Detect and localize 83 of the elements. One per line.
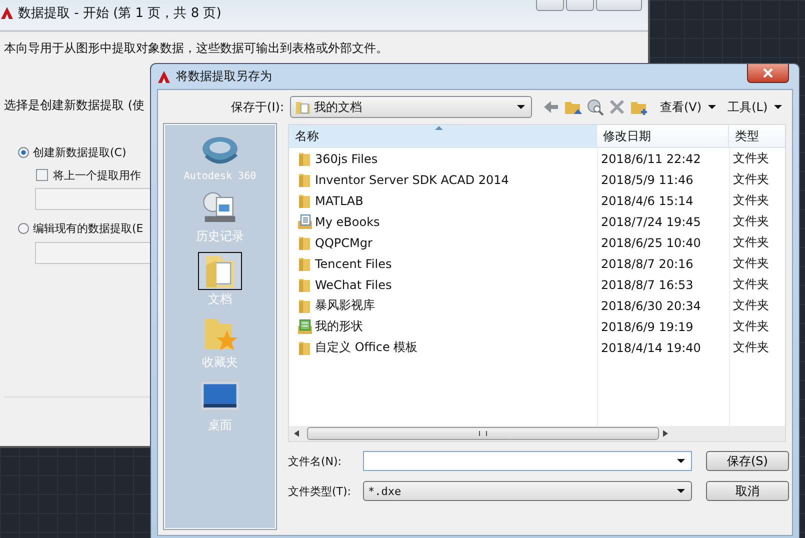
cancel-button[interactable]: 取消 bbox=[706, 481, 789, 501]
option-label: 编辑现有的数据提取(E bbox=[33, 220, 144, 236]
date-cell-text: 2018/4/14 19:40 bbox=[600, 340, 702, 356]
type-cell-text: 文件夹 bbox=[732, 234, 770, 251]
type-cell-text: 文件夹 bbox=[732, 339, 770, 356]
horizontal-scrollbar[interactable] bbox=[289, 426, 785, 441]
folder-icon bbox=[297, 192, 313, 208]
caret-icon[interactable] bbox=[708, 105, 716, 109]
logo-icon bbox=[0, 6, 14, 20]
radio-button[interactable] bbox=[18, 146, 29, 158]
close-button[interactable] bbox=[747, 64, 789, 83]
file-name-cell[interactable]: 360js Files bbox=[289, 148, 597, 169]
dialog-title: 将数据提取另存为 bbox=[176, 68, 272, 85]
radio-button[interactable] bbox=[18, 222, 29, 234]
file-name-cell[interactable]: WeChat Files bbox=[289, 274, 597, 295]
scroll-right-icon[interactable] bbox=[663, 430, 668, 437]
back-arrow-icon[interactable] bbox=[542, 98, 560, 116]
column-header[interactable]: 类型 bbox=[729, 125, 785, 147]
file-name-cell[interactable]: My eBooks bbox=[289, 211, 597, 232]
date-cell-text: 2018/8/7 20:16 bbox=[600, 256, 694, 272]
file-name-cell[interactable]: 自定义 Office 模板 bbox=[289, 337, 597, 358]
delete-icon[interactable] bbox=[608, 98, 626, 116]
date-cell-text: 2018/7/24 19:45 bbox=[600, 214, 702, 230]
file-name-cell[interactable]: MATLAB bbox=[289, 190, 597, 211]
sort-arrow-icon bbox=[435, 126, 443, 130]
type-cell-text: 文件夹 bbox=[732, 318, 770, 335]
file-name-cell[interactable]: Tencent Files bbox=[289, 253, 597, 274]
intro-text: 本向导用于从图形中提取对象数据，这些数据可输出到表格或外部文件。 bbox=[4, 40, 388, 57]
caret-icon[interactable] bbox=[774, 105, 782, 109]
column-header[interactable]: 修改日期 bbox=[597, 125, 729, 147]
view-menu[interactable]: 查看(V) bbox=[660, 98, 702, 116]
maximize-button[interactable] bbox=[566, 0, 594, 11]
file-name-cell[interactable]: 我的形状 bbox=[289, 316, 597, 337]
close-icon bbox=[763, 68, 773, 78]
type-cell-text: 文件夹 bbox=[732, 297, 770, 314]
date-cell-text: 2018/5/9 11:46 bbox=[600, 172, 694, 188]
caret-icon bbox=[677, 489, 685, 493]
minimize-button[interactable] bbox=[536, 0, 564, 11]
type-cell-text: 文件夹 bbox=[732, 171, 770, 188]
logo-icon bbox=[157, 70, 171, 84]
tools-menu[interactable]: 工具(L) bbox=[728, 98, 768, 116]
file-type-label: 文件类型(T): bbox=[288, 484, 352, 498]
type-cell-text: 文件夹 bbox=[732, 255, 770, 272]
caret-icon bbox=[517, 105, 525, 109]
date-cell-text: 2018/8/7 16:53 bbox=[600, 276, 694, 294]
folder-icon bbox=[297, 276, 313, 292]
checkbox[interactable] bbox=[36, 169, 48, 181]
document-folder-icon bbox=[295, 99, 311, 115]
date-cell-text: 2018/6/25 10:40 bbox=[600, 234, 702, 252]
folder-icon bbox=[297, 172, 313, 188]
folder-icon bbox=[297, 256, 313, 272]
date-cell-text: 2018/4/6 15:14 bbox=[600, 192, 694, 210]
caret-icon bbox=[677, 459, 685, 463]
folder-icon bbox=[297, 340, 313, 356]
file-name-cell[interactable]: 暴风影视库 bbox=[289, 295, 597, 316]
type-cell-text: 文件夹 bbox=[732, 150, 770, 167]
window-title: 数据提取 - 开始 (第 1 页，共 8 页) bbox=[18, 5, 222, 22]
document-folder-icon bbox=[297, 214, 313, 230]
file-name-label: 文件名(N): bbox=[288, 454, 343, 468]
file-type-dropdown[interactable]: *.dxe bbox=[363, 481, 692, 501]
column-header[interactable]: 名称 bbox=[289, 125, 597, 147]
type-cell-text: 文件夹 bbox=[732, 276, 770, 293]
globe-search-icon[interactable] bbox=[586, 98, 604, 116]
file-name-cell[interactable]: Inventor Server SDK ACAD 2014 bbox=[289, 169, 597, 190]
scroll-left-icon[interactable] bbox=[294, 430, 299, 437]
checkbox-label: 将上一个提取用作 bbox=[53, 168, 141, 182]
folder-icon bbox=[297, 150, 313, 166]
save-button[interactable]: 保存(S) bbox=[706, 451, 789, 471]
location-dropdown[interactable]: 我的文档 bbox=[290, 96, 532, 118]
date-cell-text: 2018/6/9 19:19 bbox=[600, 318, 694, 336]
folder-icon bbox=[297, 298, 313, 314]
type-cell-text: 文件夹 bbox=[732, 213, 770, 230]
folder-icon bbox=[297, 234, 313, 250]
document-folder-icon bbox=[199, 253, 241, 289]
type-cell-text: 文件夹 bbox=[732, 192, 770, 209]
date-cell-text: 2018/6/30 20:34 bbox=[600, 298, 702, 314]
prompt-text: 选择是创建新数据提取 (使 bbox=[4, 97, 144, 114]
shapes-folder-icon bbox=[297, 318, 313, 334]
file-name-field[interactable] bbox=[363, 451, 692, 471]
save-in-label: 保存于(I): bbox=[230, 98, 284, 116]
date-cell-text: 2018/6/11 22:42 bbox=[600, 150, 702, 168]
file-name-cell[interactable]: QQPCMgr bbox=[289, 232, 597, 253]
option-label: 创建新数据提取(C) bbox=[33, 144, 126, 160]
